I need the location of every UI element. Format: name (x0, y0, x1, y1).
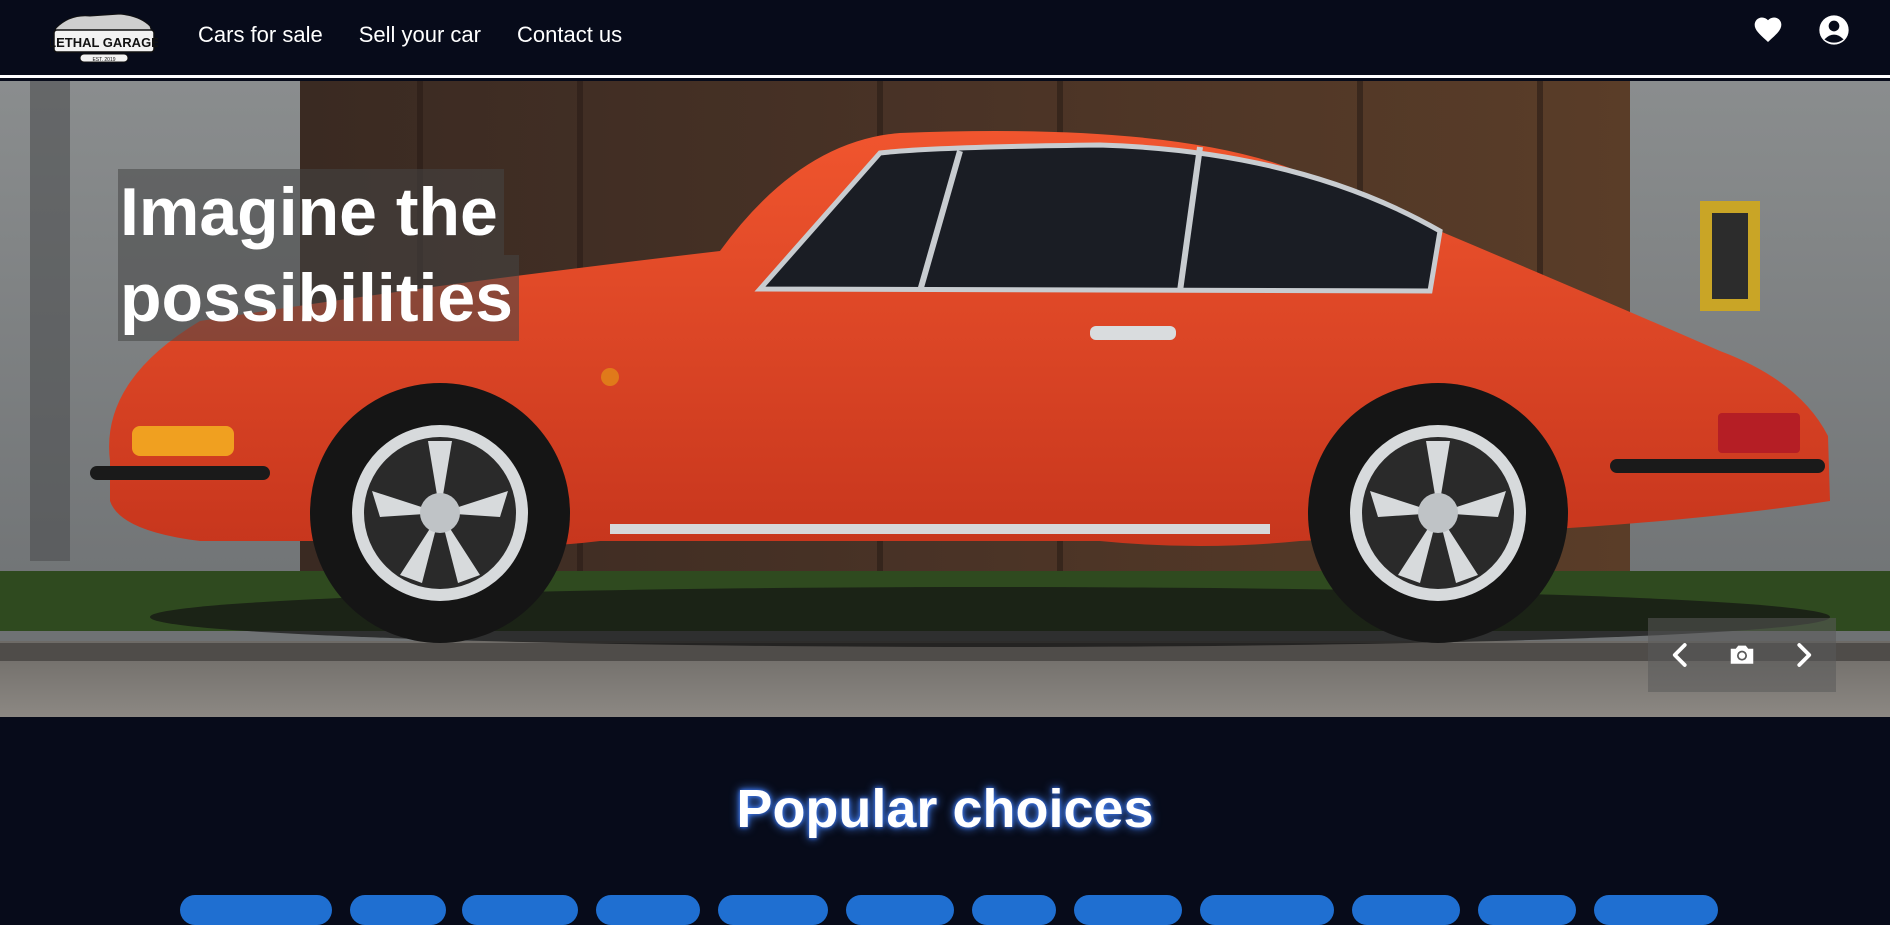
popular-chip[interactable] (180, 895, 332, 925)
popular-chip[interactable] (350, 895, 446, 925)
top-navigation-bar: LETHAL GARAGE EST. 2019 Cars for sale Se… (0, 0, 1890, 78)
popular-chip[interactable] (718, 895, 828, 925)
camera-icon[interactable] (1727, 640, 1757, 670)
hero-carousel: Imagine the possibilities (0, 81, 1890, 717)
popular-chip[interactable] (1200, 895, 1334, 925)
popular-chip[interactable] (1074, 895, 1182, 925)
nav-cars-for-sale[interactable]: Cars for sale (198, 22, 323, 48)
nav-sell-your-car[interactable]: Sell your car (359, 22, 481, 48)
popular-chip[interactable] (462, 895, 578, 925)
popular-chip[interactable] (972, 895, 1056, 925)
hero-headline-line-2: possibilities (118, 255, 519, 341)
popular-chip[interactable] (846, 895, 954, 925)
header-actions (1752, 14, 1850, 46)
svg-text:LETHAL GARAGE: LETHAL GARAGE (50, 35, 158, 50)
popular-choices-chips (0, 895, 1890, 925)
svg-text:EST. 2019: EST. 2019 (92, 57, 115, 63)
user-account-icon[interactable] (1818, 14, 1850, 46)
popular-chip[interactable] (596, 895, 700, 925)
main-navigation: Cars for sale Sell your car Contact us (198, 22, 622, 48)
popular-choices-heading: Popular choices (736, 779, 1154, 839)
nav-contact-us[interactable]: Contact us (517, 22, 622, 48)
hero-headline-line-1: Imagine the (118, 169, 504, 255)
popular-chip[interactable] (1478, 895, 1576, 925)
popular-chip[interactable] (1594, 895, 1718, 925)
hero-headline: Imagine the possibilities (118, 169, 519, 341)
chevron-right-icon[interactable] (1788, 640, 1818, 670)
lethal-garage-logo[interactable]: LETHAL GARAGE EST. 2019 (50, 6, 158, 64)
heart-icon[interactable] (1752, 14, 1784, 46)
chevron-left-icon[interactable] (1666, 640, 1696, 670)
popular-chip[interactable] (1352, 895, 1460, 925)
gallery-controls (1648, 618, 1836, 692)
